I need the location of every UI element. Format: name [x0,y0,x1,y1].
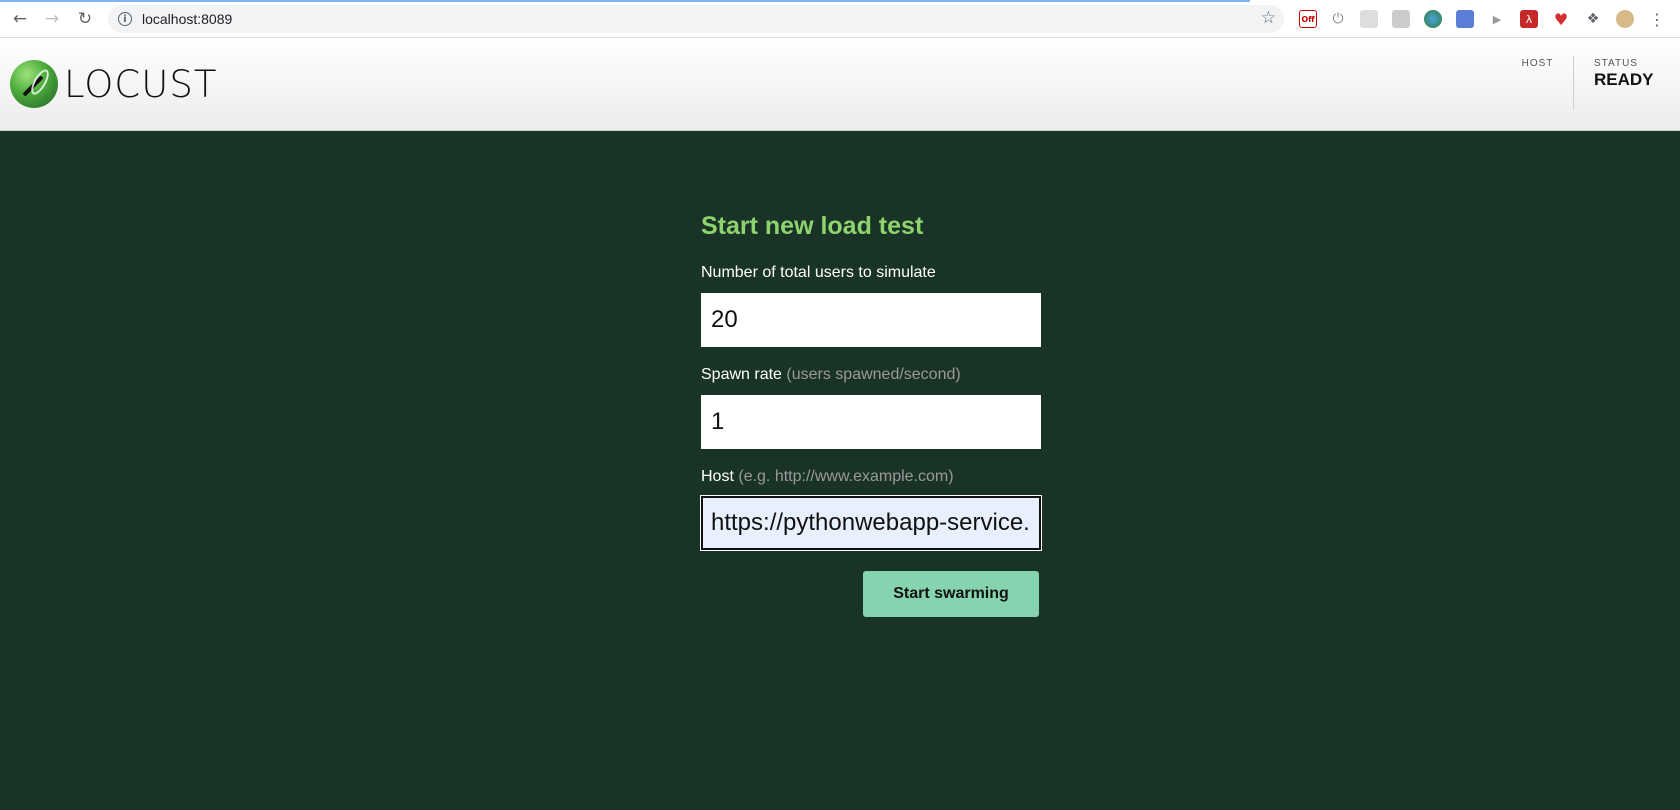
app-header: LOCUST HOST STATUS READY [0,38,1680,131]
host-label: HOST [1521,58,1554,69]
status-label: STATUS [1594,58,1638,69]
spawn-rate-input[interactable] [701,395,1041,449]
vimium-off-icon[interactable]: Off [1299,10,1317,28]
window-ext-icon[interactable] [1392,10,1410,28]
status-value: READY [1594,70,1654,89]
play-icon[interactable]: ▶ [1488,10,1506,28]
users-label: Number of total users to simulate [701,264,936,281]
globe-icon[interactable] [1424,10,1442,28]
host-field-label: Host (e.g. http://www.example.com) [701,468,954,486]
users-input[interactable] [701,293,1041,347]
pdf-icon[interactable]: λ [1520,10,1538,28]
menu-dots-icon[interactable]: ⋮ [1648,10,1666,29]
status-box: STATUS READY [1594,58,1654,90]
host-field-hint: (e.g. http://www.example.com) [738,468,954,485]
browser-toolbar: ← → ↻ i localhost:8089 ☆ Off ⏻ ▶ λ ♥ ❖ ⋮ [0,0,1680,38]
bookmark-star-icon[interactable]: ☆ [1261,8,1276,28]
reload-button[interactable]: ↻ [73,7,97,31]
camera-icon[interactable] [1456,10,1474,28]
spawn-rate-hint: (users spawned/second) [786,366,961,383]
spawn-rate-label-text: Spawn rate [701,366,782,383]
site-info-icon[interactable]: i [118,12,132,26]
back-button[interactable]: ← [8,7,32,31]
profile-avatar[interactable] [1616,10,1634,28]
host-input[interactable] [701,496,1041,550]
start-swarming-button[interactable]: Start swarming [863,571,1039,617]
page-load-progress [0,0,1250,2]
address-bar[interactable]: i localhost:8089 ☆ [108,5,1284,33]
image-ext-icon[interactable] [1360,10,1378,28]
locust-logo[interactable]: LOCUST [10,60,217,108]
start-test-form: Start new load test Number of total user… [701,212,1041,617]
host-field-label-text: Host [701,468,734,485]
heart-icon[interactable]: ♥ [1552,10,1570,29]
puzzle-icon[interactable]: ❖ [1584,10,1602,28]
forward-button[interactable]: → [40,7,64,31]
logo-text: LOCUST [64,62,218,106]
locust-logo-icon [10,60,58,108]
header-divider [1573,56,1574,110]
spawn-rate-label: Spawn rate (users spawned/second) [701,366,961,384]
host-box: HOST [1500,58,1575,69]
url-text[interactable]: localhost:8089 [142,11,232,27]
form-title: Start new load test [701,212,924,240]
power-icon[interactable]: ⏻ [1329,10,1347,28]
